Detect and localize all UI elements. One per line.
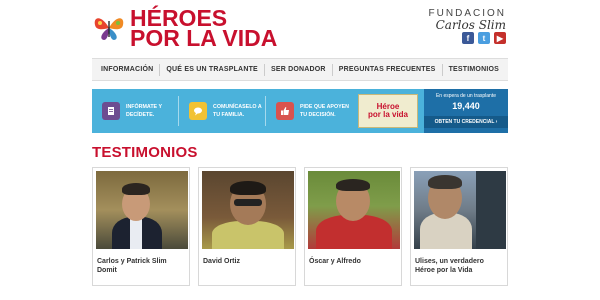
testimonial-card[interactable]: Carlos y Patrick Slim Domit	[92, 167, 190, 286]
nav-divider	[263, 63, 265, 76]
nav-item-informacion[interactable]: INFORMACIÓN	[101, 66, 153, 73]
banner-step-inform[interactable]: INFÓRMATE Y DECÍDETE.	[92, 89, 178, 133]
heroe-por-la-vida-badge[interactable]: Héroe por la vida	[358, 94, 418, 128]
butterfly-icon	[94, 18, 124, 40]
nav-divider	[331, 63, 333, 76]
nav-divider	[159, 63, 161, 76]
steps-banner: INFÓRMATE Y DECÍDETE. COMUNÍCASELO A TU …	[92, 89, 508, 133]
counter-value: 19,440	[452, 101, 480, 111]
section-title: TESTIMONIOS	[92, 144, 198, 161]
heroes-logo[interactable]: HÉROES POR LA VIDA	[92, 7, 278, 51]
testimonial-photo[interactable]	[96, 171, 188, 249]
logo-line-2: POR LA VIDA	[130, 25, 278, 51]
thumbs-up-icon	[276, 102, 294, 120]
banner-step-support[interactable]: PIDE QUE APOYEN TU DECISIÓN.	[266, 89, 352, 133]
testimonial-photo[interactable]	[308, 171, 400, 249]
testimonial-photo[interactable]	[202, 171, 294, 249]
testimonial-name: Ulises, un verdadero Héroe por la Vida	[415, 258, 484, 274]
banner-step-family-text: COMUNÍCASELO A TU FAMILIA.	[213, 104, 262, 118]
testimonial-card[interactable]: David Ortiz	[198, 167, 296, 286]
banner-step-family[interactable]: COMUNÍCASELO A TU FAMILIA.	[179, 89, 265, 133]
info-icon	[102, 102, 120, 120]
banner-step-inform-text: INFÓRMATE Y DECÍDETE.	[126, 104, 162, 118]
youtube-icon[interactable]: ▶	[494, 32, 506, 44]
testimonial-card[interactable]: Ulises, un verdadero Héroe por la Vida	[410, 167, 508, 286]
testimonial-cards: Carlos y Patrick Slim Domit David Ortiz …	[92, 167, 508, 286]
site-header: HÉROES POR LA VIDA FUNDACION Carlos Slim…	[0, 0, 600, 58]
banner-step-support-text: PIDE QUE APOYEN TU DECISIÓN.	[300, 104, 349, 118]
nav-item-preguntas[interactable]: PREGUNTAS FRECUENTES	[339, 66, 436, 73]
testimonial-name: David Ortiz	[203, 258, 240, 265]
testimonial-card[interactable]: Óscar y Alfredo	[304, 167, 402, 286]
social-links: f t ▶	[462, 32, 506, 44]
foundation-logo[interactable]: FUNDACION Carlos Slim	[429, 8, 506, 32]
facebook-icon[interactable]: f	[462, 32, 474, 44]
foundation-name: Carlos Slim	[435, 18, 506, 32]
testimonial-name: Óscar y Alfredo	[309, 258, 361, 265]
waiting-counter: En espera de un trasplante 19,440 OBTEN …	[424, 89, 508, 133]
nav-item-testimonios[interactable]: TESTIMONIOS	[449, 66, 499, 73]
logo-wordmark: HÉROES POR LA VIDA	[130, 7, 278, 51]
get-credential-link[interactable]: OBTEN TU CREDENCIAL ›	[424, 116, 508, 128]
badge-line-2: por la vida	[367, 110, 408, 119]
counter-label: En espera de un trasplante	[435, 93, 497, 99]
main-nav: INFORMACIÓN QUÉ ES UN TRASPLANTE SER DON…	[92, 58, 508, 81]
nav-item-ser-donador[interactable]: SER DONADOR	[271, 66, 326, 73]
twitter-icon[interactable]: t	[478, 32, 490, 44]
chat-icon	[189, 102, 207, 120]
nav-item-que-es-trasplante[interactable]: QUÉ ES UN TRASPLANTE	[166, 66, 258, 73]
testimonial-photo[interactable]	[414, 171, 506, 249]
testimonial-name: Carlos y Patrick Slim Domit	[97, 258, 167, 274]
nav-divider	[441, 63, 443, 76]
